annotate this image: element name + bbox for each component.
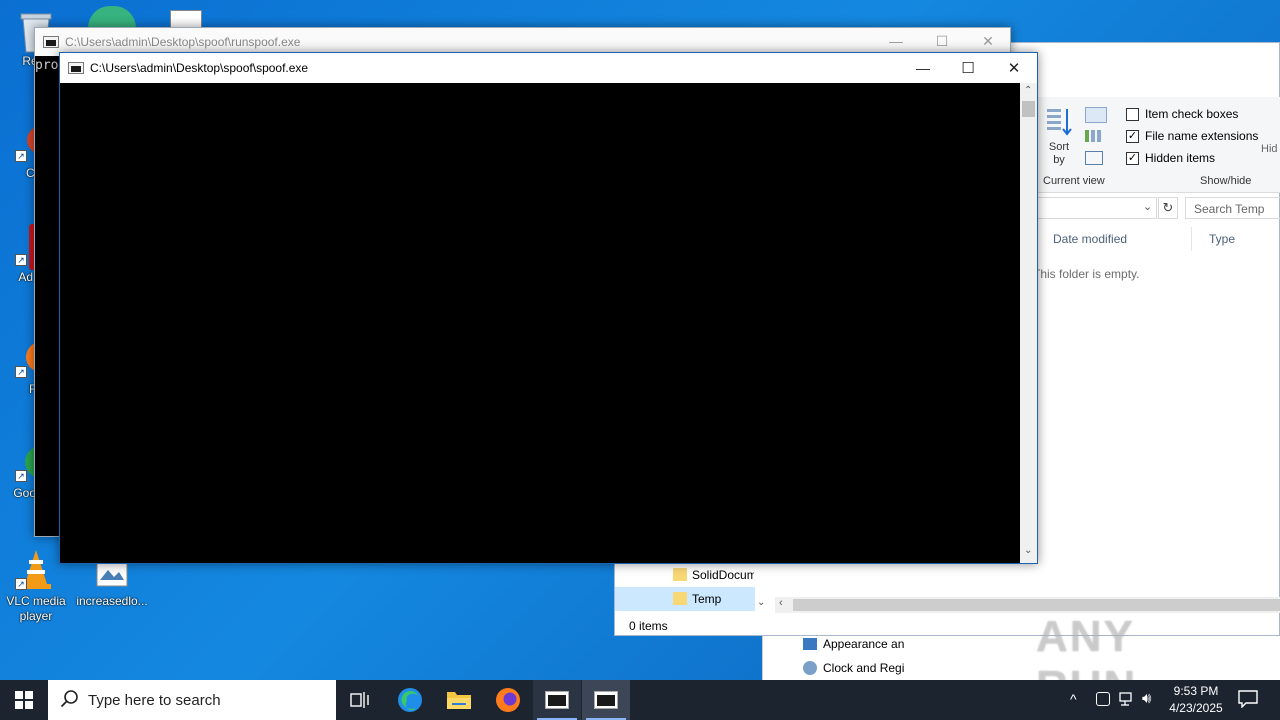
edge-icon [398, 688, 422, 712]
hide-selected-label[interactable]: Hid [1261, 143, 1278, 155]
hidden-items-checkbox[interactable]: ✓ [1126, 152, 1139, 165]
task-view-icon [350, 692, 369, 708]
address-bar[interactable] [1035, 197, 1157, 219]
taskbar-edge[interactable] [386, 680, 434, 720]
task-view-button[interactable] [336, 680, 384, 720]
group-by-icon[interactable] [1085, 107, 1107, 123]
scrollbar-thumb[interactable] [793, 599, 1280, 611]
clock-icon [803, 661, 817, 675]
close-button[interactable]: ✕ [991, 53, 1037, 83]
spoof-titlebar[interactable]: C:\Users\admin\Desktop\spoof\spoof.exe [60, 53, 1037, 83]
console-icon [43, 36, 59, 48]
minimize-button[interactable]: — [900, 53, 946, 83]
empty-folder-message: This folder is empty. [1033, 267, 1140, 281]
shortcut-arrow-icon: ↗ [15, 150, 27, 162]
folder-icon [447, 692, 471, 709]
console-app-icon [594, 691, 618, 709]
shortcut-arrow-icon: ↗ [15, 366, 27, 378]
window-title: C:\Users\admin\Desktop\spoof\runspoof.ex… [65, 35, 301, 49]
console-icon [68, 62, 84, 74]
window-title: C:\Users\admin\Desktop\spoof\spoof.exe [90, 61, 309, 75]
item-check-boxes-checkbox[interactable] [1126, 108, 1139, 121]
nav-item-label: SolidDocum [692, 568, 754, 582]
taskbar-search-box[interactable]: Type here to search [48, 680, 336, 720]
search-placeholder: Search Temp [1194, 202, 1265, 216]
show-hidden-icons-chevron-icon[interactable]: ^ [1070, 691, 1077, 707]
console-text: pro [35, 58, 59, 73]
start-button[interactable] [0, 680, 48, 720]
sort-by-icon[interactable] [1047, 107, 1073, 137]
control-panel-item-clock[interactable]: Clock and Regi [823, 661, 904, 675]
windows-logo-icon [15, 691, 33, 709]
column-header-date-modified[interactable]: Date modified [1053, 232, 1127, 246]
taskbar-file-explorer[interactable] [435, 680, 483, 720]
taskbar-firefox[interactable] [484, 680, 532, 720]
search-box[interactable]: Search Temp [1185, 197, 1280, 219]
network-device-icon[interactable] [1096, 692, 1110, 706]
nav-item-temp[interactable]: Temp [615, 587, 755, 611]
clock-date[interactable]: 4/23/2025 [1162, 701, 1230, 715]
chevron-down-icon[interactable]: ⌄ [1143, 200, 1152, 213]
file-name-extensions-checkbox[interactable]: ✓ [1126, 130, 1139, 143]
search-icon [60, 689, 80, 709]
firefox-icon [496, 688, 520, 712]
refresh-icon[interactable]: ↻ [1158, 197, 1178, 219]
taskbar-search-placeholder: Type here to search [88, 692, 221, 709]
desktop-icon-label: increasedlo... [76, 594, 148, 608]
taskbar-console-runspoof[interactable] [533, 680, 581, 720]
taskbar: Type here to search ^ 🔊︎ 9:53 PM 4/23/20… [0, 680, 1280, 720]
status-item-count: 0 items [629, 619, 668, 633]
size-columns-icon[interactable] [1085, 151, 1103, 165]
file-name-extensions-label: File name extensions [1145, 129, 1259, 143]
show-hide-group-label: Show/hide [1200, 175, 1252, 187]
nav-item-soliddocum[interactable]: SolidDocum [615, 563, 755, 587]
scroll-down-icon[interactable]: ⌄ [1024, 545, 1032, 556]
appearance-icon [803, 638, 817, 650]
console-output-area[interactable] [61, 83, 1020, 563]
clock-time[interactable]: 9:53 PM [1166, 684, 1226, 698]
shortcut-arrow-icon: ↗ [15, 254, 27, 266]
shortcut-arrow-icon: ↗ [15, 470, 27, 482]
scrollbar-thumb[interactable] [1022, 101, 1035, 117]
vlc-cone-icon: ↗ [15, 548, 57, 590]
spoof-console-window: C:\Users\admin\Desktop\spoof\spoof.exe —… [59, 52, 1038, 564]
network-icon[interactable] [1119, 692, 1135, 706]
control-panel-item-appearance[interactable]: Appearance an [823, 637, 904, 651]
sort-by-button[interactable]: Sort by [1047, 141, 1071, 167]
shortcut-arrow-icon: ↗ [15, 578, 27, 590]
edge-desktop-icon[interactable] [88, 6, 136, 28]
nav-scroll-down-icon[interactable]: ⌄ [757, 597, 765, 608]
hidden-items-label: Hidden items [1145, 151, 1216, 165]
column-header-type[interactable]: Type [1209, 232, 1235, 246]
desktop-icon-label: VLC media player [6, 594, 66, 623]
console-app-icon [545, 691, 569, 709]
folder-icon [673, 568, 687, 581]
scroll-up-icon[interactable]: ⌃ [1024, 85, 1032, 96]
vertical-scrollbar[interactable]: ⌃ ⌄ [1020, 83, 1037, 563]
anyrun-watermark: ANY RUN [1036, 612, 1236, 711]
add-columns-icon[interactable] [1085, 129, 1107, 143]
taskbar-console-spoof[interactable] [582, 680, 630, 720]
nav-item-label: Temp [692, 592, 722, 606]
item-check-boxes-label: Item check boxes [1145, 107, 1239, 121]
column-separator[interactable] [1191, 227, 1192, 251]
current-view-group-label: Current view [1043, 175, 1105, 187]
file-desktop-icon[interactable] [170, 10, 202, 28]
volume-icon[interactable]: 🔊︎ [1142, 690, 1151, 707]
notifications-icon[interactable] [1238, 690, 1258, 709]
folder-icon [673, 592, 687, 605]
scroll-left-icon[interactable]: ‹ [779, 597, 783, 609]
horizontal-scrollbar[interactable]: ‹ [775, 597, 1280, 613]
maximize-button[interactable]: ☐ [945, 53, 991, 83]
